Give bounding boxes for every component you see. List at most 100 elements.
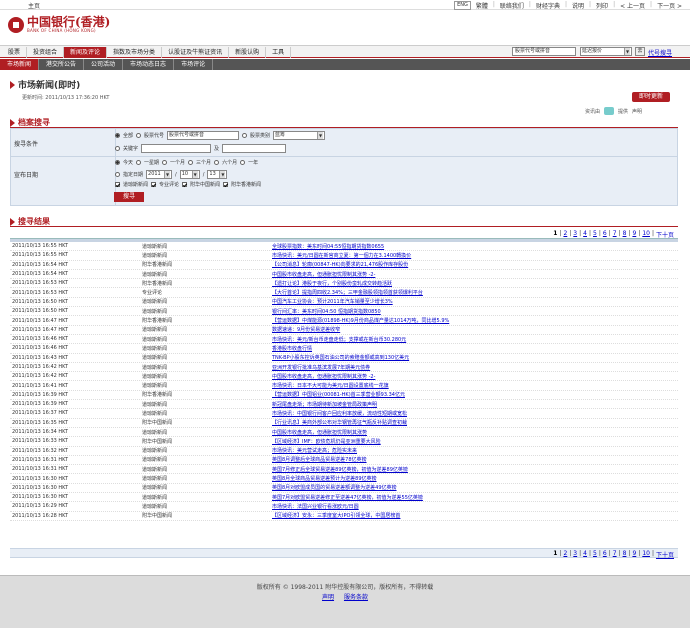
row-headline-link[interactable]: 【营运数据】中国铝业(00081-HK)首三季营业额93.34亿元 bbox=[272, 391, 405, 398]
table-row: 2011/10/13 16:39 HKT 道琼斯新闻 新冠尾盘走渐；市场期待新加坡金… bbox=[10, 400, 678, 410]
row-headline-link[interactable]: 数据速递：9月份贸易逆差收窄 bbox=[272, 326, 340, 333]
row-source: 道琼斯新闻 bbox=[142, 410, 168, 417]
subnav-market-log[interactable]: 市场动态日志 bbox=[123, 59, 175, 70]
row-headline-link[interactable]: 香港股市收盘行情 bbox=[272, 345, 312, 352]
row-headline-link[interactable]: 银行间汇率：美东时间04:50 恒指期货指数0850 bbox=[272, 308, 381, 315]
quote-go-button[interactable]: 去 bbox=[635, 47, 645, 56]
row-headline-link[interactable]: 市场快讯：美元/新台币走盘走低；支撑或在新台币30.280元 bbox=[272, 336, 406, 343]
page-10[interactable]: 10 bbox=[642, 550, 650, 559]
radio-month[interactable] bbox=[162, 160, 168, 165]
row-headline-link[interactable]: 【大行首论】提指周四收2.34%；三甲金融股领指领首获领爆利平台 bbox=[272, 289, 423, 296]
page-6[interactable]: 6 bbox=[603, 550, 607, 559]
row-headline-link[interactable]: 【行业讯息】美商外部公布对华钢管再征气瓶反补贴调查初裁 bbox=[272, 419, 407, 426]
row-headline-link[interactable]: 中国股市收盘走高，但通胀担忧限制其涨势 bbox=[272, 429, 367, 436]
quote-type-select[interactable]: 延迟报价 ▼ bbox=[580, 47, 632, 56]
page-7[interactable]: 7 bbox=[613, 550, 617, 559]
stock-type-select[interactable]: 蓝筹 ▼ bbox=[273, 131, 326, 140]
month-select[interactable]: 10 ▼ bbox=[179, 170, 200, 179]
top-link-next[interactable]: 下一页 > bbox=[655, 1, 684, 10]
row-headline-link[interactable]: 【营运数据】中煤能源(01898-HK)9月份商品煤产量达1014万吨，同比增5… bbox=[272, 317, 449, 324]
row-headline-link[interactable]: 市场快讯：中国银行间客户回应利率放缓，流动性短期或宽松 bbox=[272, 410, 407, 417]
row-headline-link[interactable]: 英国8月调整后全球商品贸易逆差78亿英镑 bbox=[272, 456, 367, 463]
bank-logo[interactable]: 中国银行(香港) BANK OF CHINA (HONG KONG) bbox=[8, 16, 110, 33]
page-9[interactable]: 9 bbox=[632, 550, 636, 559]
day-select[interactable]: 13 ▼ bbox=[207, 170, 228, 179]
updated-time: 更新时间: 2011/10/13 17:36:20 HKT bbox=[22, 95, 110, 101]
nav-news[interactable]: 新闻及评论 bbox=[64, 47, 108, 58]
row-headline-link[interactable]: 【区域经济】IMF：欧债危机仍是亚洲重要大风险 bbox=[272, 438, 381, 445]
row-headline-link[interactable]: 市场快讯：日本不大可能为美元/日圆设置底线一花旗 bbox=[272, 382, 389, 389]
radio-3months[interactable] bbox=[188, 160, 194, 165]
keyword-input-1[interactable] bbox=[141, 144, 212, 153]
radio-keyword[interactable] bbox=[115, 146, 120, 151]
top-link-prev[interactable]: < 上一页 bbox=[618, 1, 647, 10]
page-1[interactable]: 1 bbox=[553, 550, 557, 559]
quote-search-input[interactable]: 股票代号或拼音 bbox=[512, 47, 576, 56]
row-headline-link[interactable]: 【遗打让论】港股于夜行，个别股份蛮轧成交转趋活跃 bbox=[272, 280, 392, 287]
row-headline-link[interactable]: 市场快讯：美元营试走高；危险实未来 bbox=[272, 447, 357, 454]
row-headline-link[interactable]: 中国汽车工业协会：预计2011年汽车销量至少增长3% bbox=[272, 298, 393, 305]
nav-portfolio[interactable]: 投资组合 bbox=[27, 47, 65, 58]
nav-tools[interactable]: 工具 bbox=[266, 47, 292, 58]
nav-stocks[interactable]: 股票 bbox=[2, 47, 28, 58]
row-headline-link[interactable]: 市场快讯：美元/日圆在新官商立夏：第一個力在3.1400轉換价 bbox=[272, 252, 411, 259]
row-headline-link[interactable]: 中国股市收盘走高，但通胀担忧限制其涨势 -2- bbox=[272, 373, 375, 380]
next-ten-pages[interactable]: 下十页 bbox=[656, 550, 674, 559]
stock-code-input[interactable]: 股票代号或拼音 bbox=[167, 131, 240, 140]
radio-week[interactable] bbox=[136, 160, 142, 165]
top-link-print[interactable]: 列印 bbox=[594, 1, 610, 10]
page-5[interactable]: 5 bbox=[593, 550, 597, 559]
page-4[interactable]: 4 bbox=[583, 550, 587, 559]
row-headline-link[interactable]: 新冠尾盘走渐；市场期待新加坡金管局政策声明 bbox=[272, 401, 377, 408]
radio-today[interactable] bbox=[115, 160, 120, 165]
nav-indices[interactable]: 指数及市场分类 bbox=[107, 47, 163, 58]
home-link[interactable]: 主页 bbox=[28, 1, 40, 10]
radio-stock-type[interactable] bbox=[242, 133, 248, 138]
check-commentary[interactable] bbox=[151, 182, 157, 187]
radio-6months[interactable] bbox=[214, 160, 220, 165]
check-hk-news[interactable] bbox=[223, 182, 229, 187]
code-search-link[interactable]: 代号搜寻 bbox=[648, 48, 672, 57]
top-link-traditional[interactable]: 繁體 bbox=[474, 1, 490, 10]
row-headline-link[interactable]: 英国7月对欧盟贸易逆差修正至逆差47亿英镑，初值为逆差55亿英镑 bbox=[272, 494, 423, 501]
check-china-news[interactable] bbox=[182, 182, 188, 187]
keyword-input-2[interactable] bbox=[222, 144, 287, 153]
page-8[interactable]: 8 bbox=[623, 550, 627, 559]
subnav-corporate[interactable]: 公司活动 bbox=[84, 59, 124, 70]
radio-specify-date[interactable] bbox=[115, 172, 120, 177]
radio-year[interactable] bbox=[240, 160, 246, 165]
top-link-contact[interactable]: 联络我们 bbox=[498, 1, 526, 10]
disclaimer-link[interactable]: 声明 bbox=[632, 108, 642, 115]
row-time: 2011/10/13 16:50 HKT bbox=[12, 298, 69, 305]
check-dowjones[interactable] bbox=[115, 182, 120, 187]
nav-ipo[interactable]: 新股认购 bbox=[229, 47, 267, 58]
nav-warrants[interactable]: 认股证及牛熊证资讯 bbox=[162, 47, 230, 58]
top-link-glossary[interactable]: 财经字典 bbox=[534, 1, 562, 10]
footer-disclaimer-link[interactable]: 声明 bbox=[322, 594, 334, 601]
row-headline-link[interactable]: 英国7月修正后全球贸易逆差89亿英镑，初值为逆差89亿英镑 bbox=[272, 466, 408, 473]
table-row: 2011/10/13 16:42 HKT 道琼斯新闻 亚洲开发银行批准乌基滨发展7年… bbox=[10, 363, 678, 373]
page-2[interactable]: 2 bbox=[563, 550, 567, 559]
row-headline-link[interactable]: 亚洲开发银行批准乌基滨发展7年期美元债券 bbox=[272, 364, 370, 371]
subnav-market-news[interactable]: 市场新闻 bbox=[0, 59, 40, 70]
header: 中国银行(香港) BANK OF CHINA (HONG KONG) bbox=[0, 10, 690, 44]
radio-stock-code[interactable] bbox=[136, 133, 142, 138]
row-headline-link[interactable]: TNK-BP小股东控诉英国石油公司的索赔金额或高到130亿美元 bbox=[272, 354, 409, 361]
page-3[interactable]: 3 bbox=[573, 550, 577, 559]
radio-all[interactable] bbox=[115, 133, 120, 138]
top-link-help[interactable]: 说明 bbox=[570, 1, 586, 10]
subnav-hkex[interactable]: 港交所公告 bbox=[39, 59, 85, 70]
row-headline-link[interactable]: 市场快讯：法国兴业银行看涨欧元/日圆 bbox=[272, 503, 359, 510]
row-headline-link[interactable]: 【区域经济】安永：三季度室大IPO引领全球，中国居榜首 bbox=[272, 512, 400, 519]
row-headline-link[interactable]: 英国8月对欧盟成员国的贸易逆差额调整为逆差49亿英镑 bbox=[272, 484, 397, 491]
row-headline-link[interactable]: 【公司消息】轮廓(00847-HK)向要求的21,476股作库存股份 bbox=[272, 261, 408, 268]
footer-terms-link[interactable]: 服务条款 bbox=[344, 594, 368, 601]
english-link[interactable]: ENG bbox=[454, 1, 471, 10]
subnav-commentary[interactable]: 市场评论 bbox=[174, 59, 214, 70]
search-button[interactable]: 搜寻 bbox=[114, 192, 144, 202]
row-headline-link[interactable]: 中国股市收盘走高，但通胀担忧限制其涨势 -2- bbox=[272, 271, 375, 278]
row-headline-link[interactable]: 英国8月全球商品贸易逆差预计为逆差89亿英镑 bbox=[272, 475, 377, 482]
refresh-button[interactable]: 即时更新 bbox=[632, 92, 670, 102]
row-headline-link[interactable]: 全球股票指数：美东时间04:55恒指期货指数0655 bbox=[272, 243, 384, 250]
year-select[interactable]: 2011 ▼ bbox=[146, 170, 173, 179]
